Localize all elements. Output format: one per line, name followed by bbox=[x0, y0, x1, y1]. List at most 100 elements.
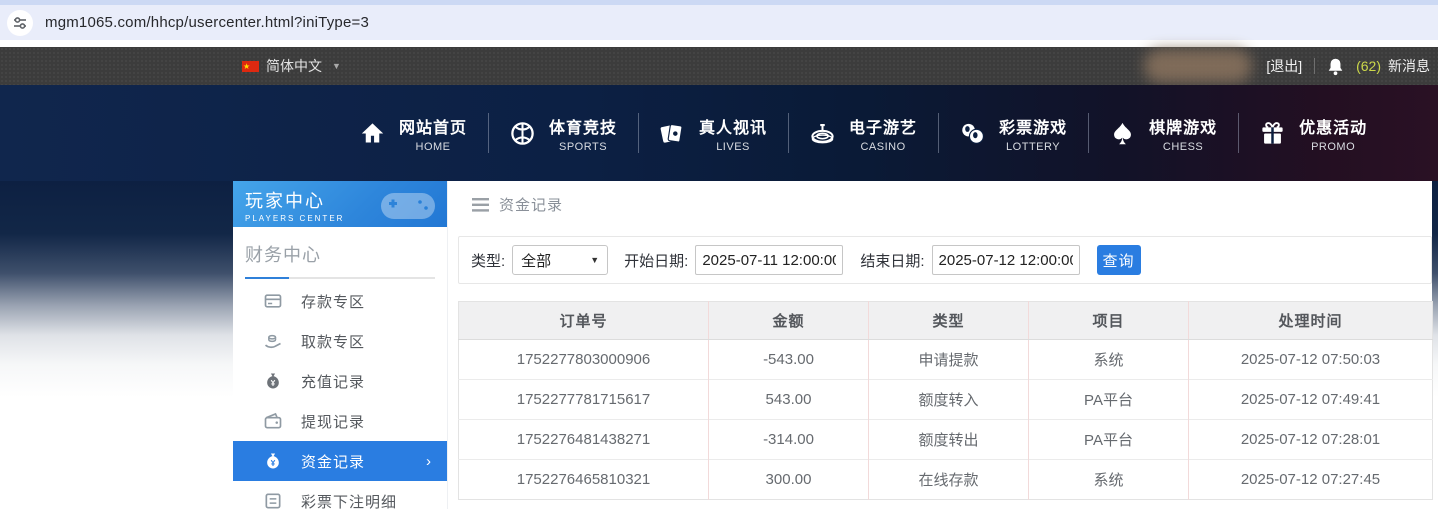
url-text[interactable]: mgm1065.com/hhcp/usercenter.html?iniType… bbox=[45, 14, 369, 31]
hamburger-icon bbox=[472, 197, 489, 212]
main-nav-items: 网站首页 HOME 体育竞技 SPORTS 真人视讯 LIVES 电子游艺 CASINO 彩票游… bbox=[338, 107, 1388, 159]
funds-icon bbox=[263, 451, 283, 471]
finance-section-title: 财务中心 bbox=[245, 245, 321, 265]
nav-label-zh: 真人视讯 bbox=[699, 119, 768, 137]
table-cell: 系统 bbox=[1028, 459, 1189, 500]
column-header: 订单号 bbox=[458, 301, 709, 340]
nav-label-zh: 彩票游戏 bbox=[999, 119, 1068, 137]
table-cell: 1752276465810321 bbox=[458, 459, 709, 500]
language-selector[interactable]: ★ 简体中文 ▼ bbox=[242, 56, 341, 76]
nav-label-en: CHESS bbox=[1162, 140, 1204, 153]
nav-item-chess[interactable]: 棋牌游戏 CHESS bbox=[1088, 107, 1238, 159]
table-row: 1752276481438271 -314.00 额度转出 PA平台 2025-07-1… bbox=[458, 419, 1433, 460]
chevron-down-icon: ▼ bbox=[332, 61, 341, 71]
sidebar-item-label: 存款专区 bbox=[301, 293, 366, 311]
redacted-username bbox=[1144, 49, 1253, 83]
sidebar-item-label: 提现记录 bbox=[301, 413, 366, 431]
nav-item-text: 真人视讯 LIVES bbox=[699, 114, 767, 153]
table-row: 1752276465810321 300.00 在线存款 系统 2025-07-12 0… bbox=[458, 459, 1433, 500]
sidebar-item-deposit-zone[interactable]: 存款专区 bbox=[233, 281, 447, 321]
type-label: 类型: bbox=[471, 252, 506, 270]
nav-item-home[interactable]: 网站首页 HOME bbox=[338, 107, 488, 159]
list-icon bbox=[263, 491, 283, 509]
sidebar-menu: 存款专区取款专区充值记录提现记录资金记录 › 彩票下注明细 bbox=[233, 279, 447, 509]
top-right-cluster: [退出] (62) 新消息 bbox=[1144, 49, 1430, 83]
spade-icon bbox=[1109, 120, 1136, 147]
chevron-right-icon: › bbox=[426, 452, 431, 470]
table-cell: 申请提款 bbox=[868, 339, 1029, 380]
start-date-input[interactable] bbox=[695, 245, 844, 275]
table-cell: 系统 bbox=[1028, 339, 1189, 380]
top-header: ★ 简体中文 ▼ [退出] (62) 新消息 bbox=[0, 47, 1438, 85]
sidebar-item-funds-record[interactable]: 资金记录 › bbox=[233, 441, 447, 481]
nav-label-zh: 棋牌游戏 bbox=[1149, 119, 1218, 137]
filter-bar: 类型: 全部 ▼ 开始日期: 结束日期: 查询 bbox=[458, 236, 1432, 284]
new-messages-link[interactable]: 新消息 bbox=[1388, 56, 1430, 76]
browser-chrome: mgm1065.com/hhcp/usercenter.html?iniType… bbox=[0, 0, 1438, 47]
sidebar-item-recharge-record[interactable]: 充值记录 bbox=[233, 361, 447, 401]
nav-item-sports[interactable]: 体育竞技 SPORTS bbox=[488, 107, 638, 159]
cards-icon bbox=[659, 120, 686, 147]
nav-label-en: LOTTERY bbox=[1006, 140, 1061, 153]
sidebar-item-label: 彩票下注明细 bbox=[301, 493, 398, 509]
main-nav: 网站首页 HOME 体育竞技 SPORTS 真人视讯 LIVES 电子游艺 CASINO 彩票游… bbox=[0, 85, 1438, 181]
table-cell: 300.00 bbox=[708, 459, 869, 500]
end-date-input[interactable] bbox=[931, 245, 1080, 275]
gamepad-icon bbox=[381, 193, 435, 219]
table-body: 1752277803000906 -543.00 申请提款 系统 2025-07-12 … bbox=[458, 339, 1433, 500]
type-select[interactable]: 全部 ▼ bbox=[512, 245, 609, 275]
table-cell: 1752276481438271 bbox=[458, 419, 709, 460]
money-bag-icon bbox=[263, 371, 283, 391]
table-cell: 1752277803000906 bbox=[458, 339, 709, 380]
finance-section: 财务中心 bbox=[233, 227, 447, 279]
sidebar-item-withdraw-record[interactable]: 提现记录 bbox=[233, 401, 447, 441]
nav-item-lives[interactable]: 真人视讯 LIVES bbox=[638, 107, 788, 159]
type-select-value: 全部 bbox=[521, 252, 552, 270]
nav-item-text: 体育竞技 SPORTS bbox=[549, 114, 617, 153]
nav-item-casino[interactable]: 电子游艺 CASINO bbox=[788, 107, 938, 159]
nav-label-zh: 网站首页 bbox=[399, 119, 468, 137]
content-title-row: 资金记录 bbox=[472, 194, 1432, 215]
deposit-card-icon bbox=[263, 291, 283, 311]
nav-label-zh: 优惠活动 bbox=[1299, 119, 1368, 137]
end-date-label: 结束日期: bbox=[860, 252, 925, 270]
column-header: 项目 bbox=[1028, 301, 1189, 340]
page-body: 玩家中心 PLAYERS CENTER 财务中心 存款专区取款专区充值记录提现记… bbox=[0, 181, 1438, 509]
china-flag-icon: ★ bbox=[242, 60, 259, 72]
search-button[interactable]: 查询 bbox=[1096, 245, 1141, 275]
gift-icon bbox=[1259, 120, 1286, 147]
message-count: (62) bbox=[1356, 58, 1381, 74]
table-cell: 在线存款 bbox=[868, 459, 1029, 500]
roulette-icon bbox=[809, 120, 836, 147]
table-cell: -314.00 bbox=[708, 419, 869, 460]
nav-label-en: LIVES bbox=[716, 140, 750, 153]
divider bbox=[1314, 58, 1316, 74]
wallet-icon bbox=[263, 411, 283, 431]
nav-item-lottery[interactable]: 彩票游戏 LOTTERY bbox=[938, 107, 1088, 159]
bell-icon[interactable] bbox=[1327, 57, 1344, 76]
sidebar-item-label: 取款专区 bbox=[301, 333, 366, 351]
sidebar-item-label: 资金记录 bbox=[301, 453, 366, 471]
table-row: 1752277781715617 543.00 额度转入 PA平台 2025-07-12… bbox=[458, 379, 1433, 420]
nav-label-en: CASINO bbox=[860, 140, 906, 153]
table-cell: 2025-07-12 07:50:03 bbox=[1188, 339, 1433, 380]
nav-item-text: 优惠活动 PROMO bbox=[1299, 114, 1367, 153]
basketball-icon bbox=[509, 120, 536, 147]
nav-label-zh: 电子游艺 bbox=[849, 119, 918, 137]
column-header: 处理时间 bbox=[1188, 301, 1433, 340]
table-cell: 2025-07-12 07:27:45 bbox=[1188, 459, 1433, 500]
nav-item-promo[interactable]: 优惠活动 PROMO bbox=[1238, 107, 1388, 159]
logout-button[interactable]: [退出] bbox=[1266, 56, 1302, 76]
address-bar[interactable]: mgm1065.com/hhcp/usercenter.html?iniType… bbox=[0, 5, 1438, 40]
nav-item-text: 棋牌游戏 CHESS bbox=[1149, 114, 1217, 153]
withdraw-hand-icon bbox=[263, 331, 283, 351]
nav-item-text: 电子游艺 CASINO bbox=[849, 114, 917, 153]
sidebar-header: 玩家中心 PLAYERS CENTER bbox=[233, 181, 447, 227]
column-header: 类型 bbox=[868, 301, 1029, 340]
site-settings-icon[interactable] bbox=[7, 9, 33, 36]
language-label: 简体中文 bbox=[266, 58, 322, 74]
lottery-balls-icon bbox=[959, 120, 986, 147]
sidebar-item-withdraw-zone[interactable]: 取款专区 bbox=[233, 321, 447, 361]
table-header-row: 订单号 金额 类型 项目 处理时间 bbox=[458, 301, 1433, 340]
sidebar-item-lottery-detail[interactable]: 彩票下注明细 bbox=[233, 481, 447, 509]
